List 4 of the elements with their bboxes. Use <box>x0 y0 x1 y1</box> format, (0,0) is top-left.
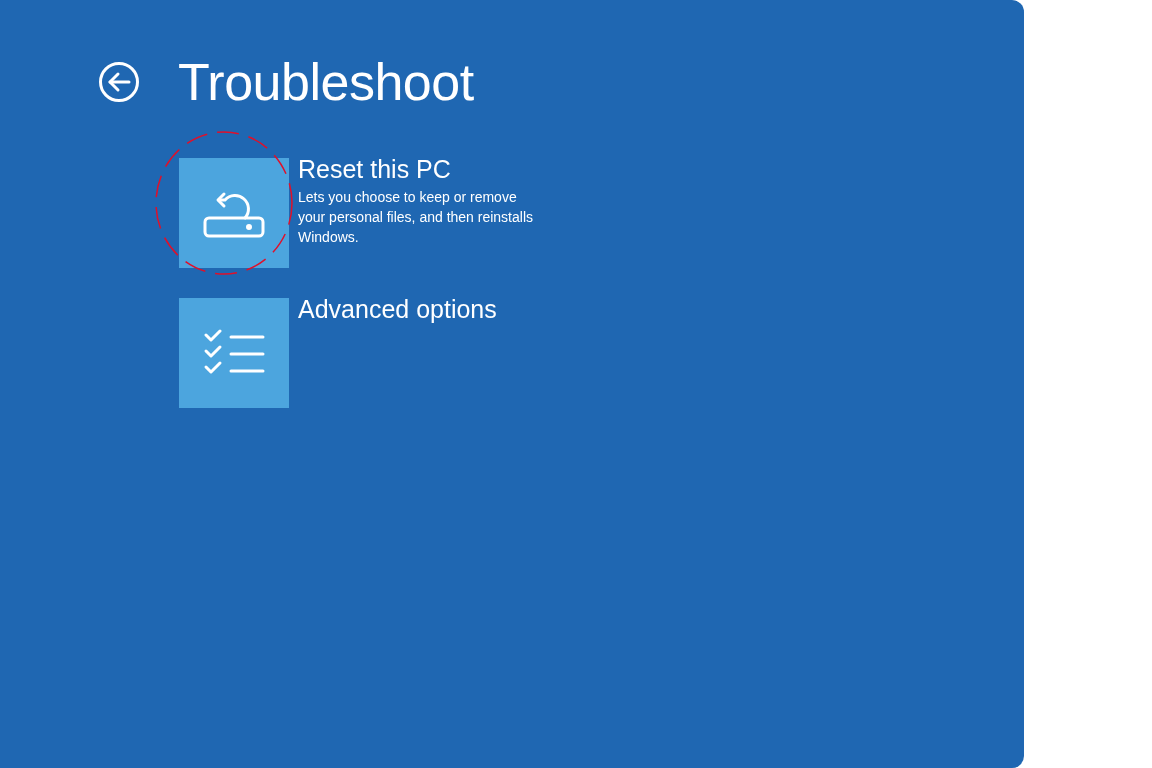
option-title[interactable]: Advanced options <box>298 296 497 322</box>
option-title[interactable]: Reset this PC <box>298 156 534 182</box>
option-description: Lets you choose to keep or remove your personal files, and then reinstalls Windows. <box>298 188 534 247</box>
page-title: Troubleshoot <box>178 52 474 112</box>
